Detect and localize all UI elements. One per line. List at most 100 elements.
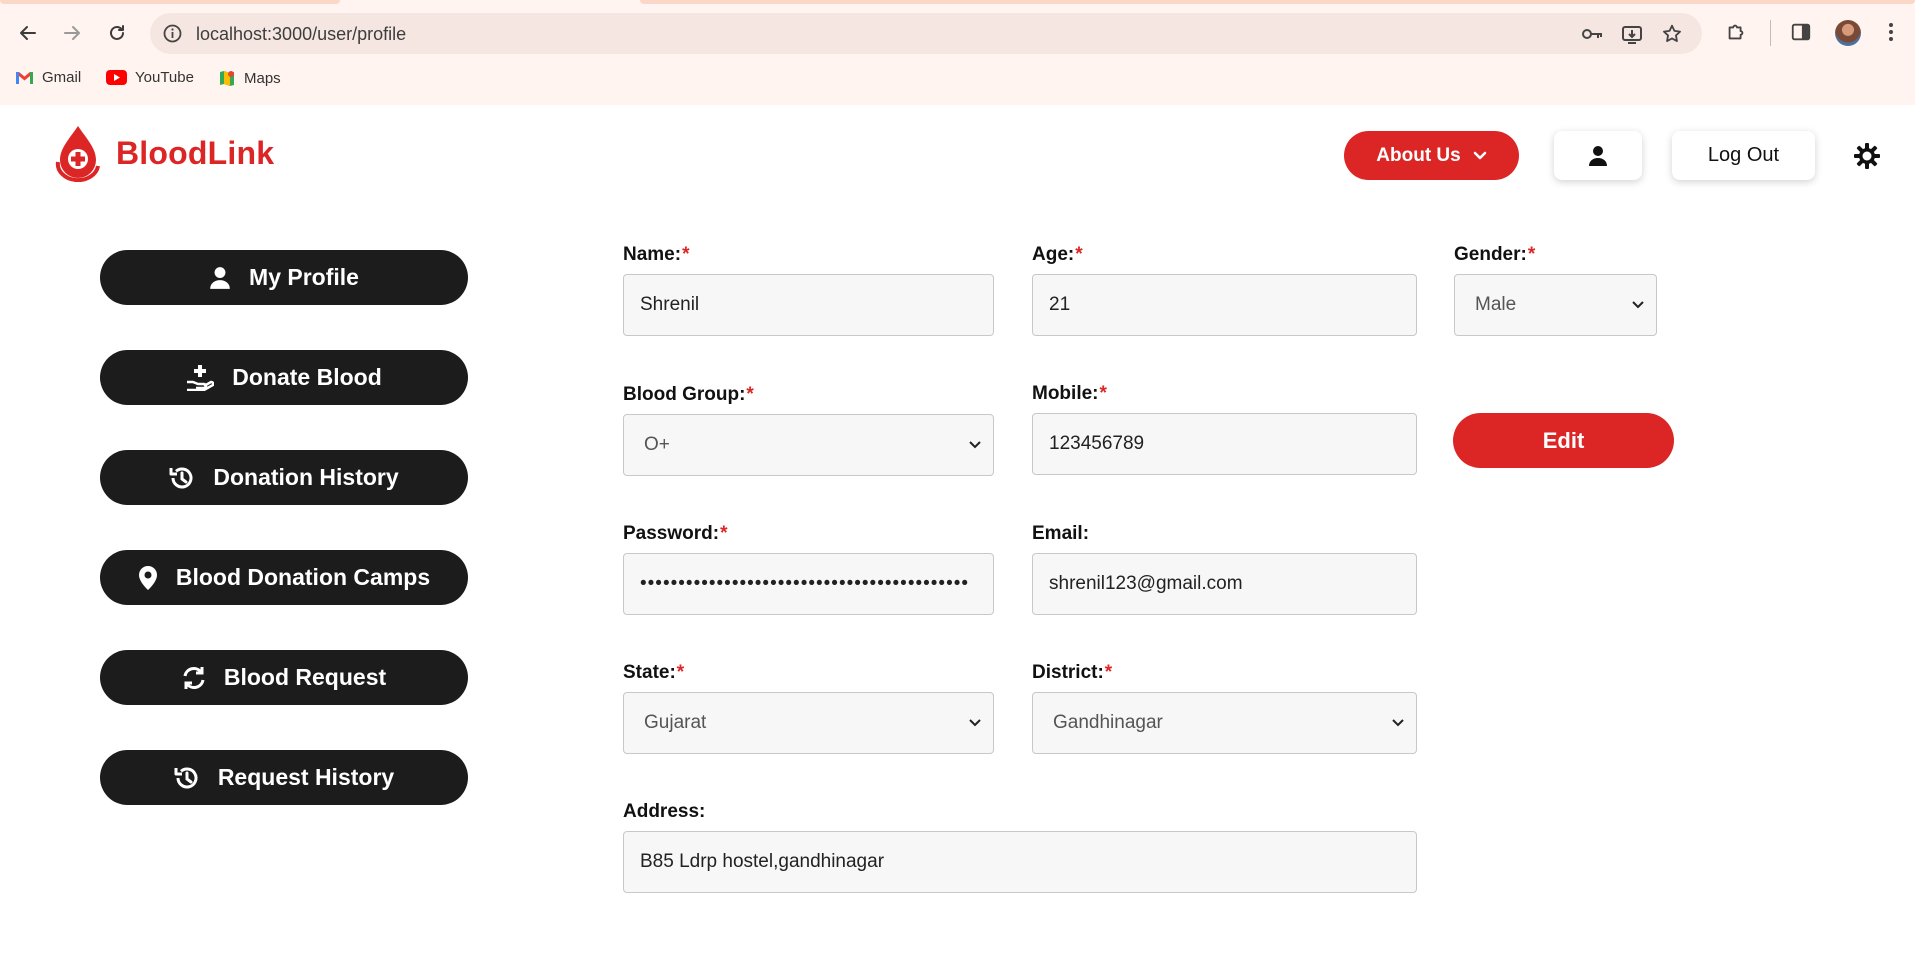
location-pin-icon xyxy=(138,565,157,590)
bookmark-label: YouTube xyxy=(135,69,194,86)
blood-drop-logo-icon xyxy=(55,126,100,182)
site-info-icon[interactable] xyxy=(162,23,183,44)
sun-gear-icon xyxy=(1854,143,1880,169)
youtube-icon xyxy=(106,70,127,85)
address-bar[interactable]: localhost:3000/user/profile xyxy=(150,13,1702,54)
password-label: Password:* xyxy=(623,523,728,545)
required-marker: * xyxy=(1075,244,1083,265)
sidebar-item-label: Request History xyxy=(217,764,395,790)
toolbar-separator xyxy=(1770,20,1771,46)
extensions-button[interactable] xyxy=(1723,19,1749,45)
tab-strip-edge xyxy=(640,0,1915,4)
brand-logo-link[interactable]: BloodLink xyxy=(52,124,274,182)
sidebar-item-blood-donation-camps[interactable]: Blood Donation Camps xyxy=(100,550,468,605)
history-icon xyxy=(174,767,198,788)
install-icon xyxy=(1622,26,1642,44)
about-us-dropdown-button[interactable]: About Us xyxy=(1344,131,1519,180)
password-field[interactable]: ••••••••••••••••••••••••••••••••••••••••… xyxy=(623,553,994,615)
user-icon xyxy=(1589,145,1607,166)
sidebar-item-request-history[interactable]: Request History xyxy=(100,750,468,805)
sidebar-item-label: My Profile xyxy=(249,264,359,290)
theme-toggle-button[interactable] xyxy=(1852,141,1882,171)
sidebar-item-label: Blood Donation Camps xyxy=(175,564,431,590)
blood-group-value: O+ xyxy=(644,434,670,455)
chevron-down-icon xyxy=(1473,151,1486,159)
blood-group-label-text: Blood Group: xyxy=(623,384,746,405)
address-label: Address: xyxy=(623,801,705,823)
gender-label: Gender:* xyxy=(1454,244,1535,266)
password-label-text: Password: xyxy=(623,523,720,544)
district-value: Gandhinagar xyxy=(1053,712,1163,733)
required-marker: * xyxy=(720,523,728,544)
browser-menu-button[interactable] xyxy=(1878,19,1904,45)
district-label-text: District: xyxy=(1032,662,1104,683)
reload-button[interactable] xyxy=(102,18,132,48)
side-panel-button[interactable] xyxy=(1788,19,1814,45)
address-field[interactable]: B85 Ldrp hostel,gandhinagar xyxy=(623,831,1417,893)
required-marker: * xyxy=(746,384,754,405)
sidebar-item-donation-history[interactable]: Donation History xyxy=(100,450,468,505)
chevron-down-icon xyxy=(969,441,981,449)
reload-icon xyxy=(110,25,124,40)
chevron-down-icon xyxy=(969,719,981,727)
sidebar-item-donate-blood[interactable]: Donate Blood xyxy=(100,350,468,405)
arrow-left-icon xyxy=(20,26,36,40)
blood-group-label: Blood Group:* xyxy=(623,384,754,406)
forward-button[interactable] xyxy=(57,18,87,48)
name-label: Name:* xyxy=(623,244,689,266)
star-icon xyxy=(1663,24,1681,42)
sidebar-item-label: Donation History xyxy=(213,464,399,490)
gmail-icon xyxy=(16,72,33,84)
sidebar-item-label: Donate Blood xyxy=(232,364,382,390)
bookmark-youtube[interactable]: YouTube xyxy=(106,69,194,86)
required-marker: * xyxy=(682,244,690,265)
state-label-text: State: xyxy=(623,662,676,683)
age-field[interactable]: 21 xyxy=(1032,274,1417,336)
sidebar-item-my-profile[interactable]: My Profile xyxy=(100,250,468,305)
profile-avatar[interactable] xyxy=(1835,20,1861,46)
side-panel-icon xyxy=(1791,23,1811,41)
district-select[interactable]: Gandhinagar xyxy=(1032,692,1417,754)
gender-select[interactable]: Male xyxy=(1454,274,1657,336)
tab-strip-edge xyxy=(0,0,340,4)
bookmark-maps[interactable]: Maps xyxy=(218,69,281,87)
install-app-button[interactable] xyxy=(1620,22,1644,46)
age-value: 21 xyxy=(1049,294,1071,315)
brand-name: BloodLink xyxy=(116,134,275,171)
user-profile-button[interactable] xyxy=(1554,131,1642,180)
age-label-text: Age: xyxy=(1032,244,1075,265)
bookmark-star-button[interactable] xyxy=(1660,22,1684,46)
about-us-label: About Us xyxy=(1376,144,1461,166)
arrow-right-icon xyxy=(64,26,80,40)
email-value: shrenil123@gmail.com xyxy=(1049,573,1243,594)
bookmark-gmail[interactable]: Gmail xyxy=(15,69,81,86)
state-value: Gujarat xyxy=(644,712,707,733)
password-value: ••••••••••••••••••••••••••••••••••••••••… xyxy=(640,573,970,594)
district-label: District:* xyxy=(1032,662,1112,684)
refresh-icon xyxy=(183,666,205,689)
logout-button[interactable]: Log Out xyxy=(1672,131,1815,180)
user-icon xyxy=(210,266,230,289)
kebab-menu-icon xyxy=(1889,23,1893,41)
chevron-down-icon xyxy=(1392,719,1404,727)
maps-icon xyxy=(220,71,234,86)
password-key-button[interactable] xyxy=(1580,22,1604,46)
back-button[interactable] xyxy=(13,18,43,48)
email-field[interactable]: shrenil123@gmail.com xyxy=(1032,553,1417,615)
state-label: State:* xyxy=(623,662,684,684)
sidebar-item-blood-request[interactable]: Blood Request xyxy=(100,650,468,705)
browser-chrome: localhost:3000/user/profile Gmail YouTub… xyxy=(0,0,1915,105)
required-marker: * xyxy=(1104,662,1113,683)
address-label-text: Address: xyxy=(623,801,706,822)
bookmark-label: Maps xyxy=(244,69,281,87)
hand-plus-icon xyxy=(187,364,215,391)
name-field[interactable]: Shrenil xyxy=(623,274,994,336)
state-select[interactable]: Gujarat xyxy=(623,692,994,754)
url-text[interactable]: localhost:3000/user/profile xyxy=(196,24,406,45)
gender-label-text: Gender: xyxy=(1454,244,1527,265)
blood-group-select[interactable]: O+ xyxy=(623,414,994,476)
gender-value: Male xyxy=(1475,294,1517,315)
edit-button[interactable]: Edit xyxy=(1453,413,1674,468)
mobile-field[interactable]: 123456789 xyxy=(1032,413,1417,475)
name-label-text: Name: xyxy=(623,244,682,265)
